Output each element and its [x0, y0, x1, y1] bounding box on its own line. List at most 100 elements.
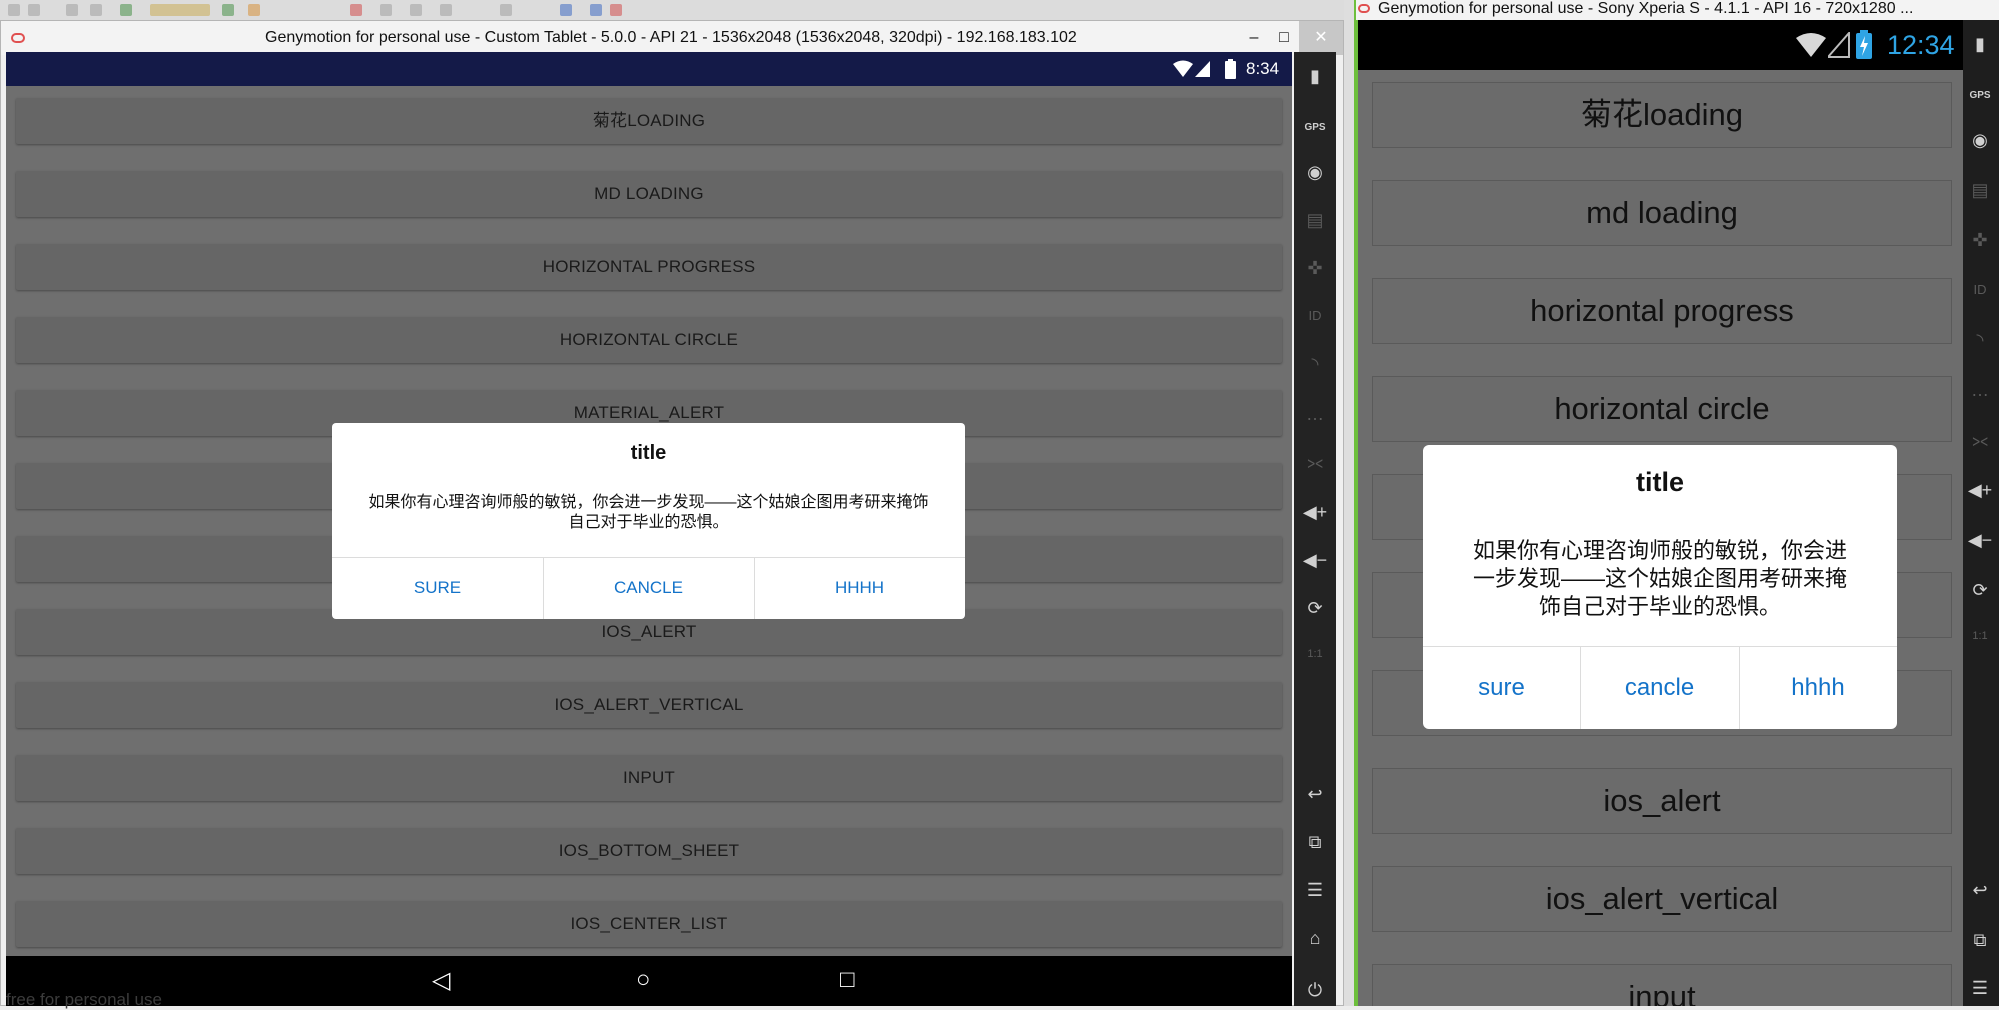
toolbar-icon[interactable] — [610, 4, 622, 16]
btn-ios-center-list[interactable]: IOS_CENTER_LIST — [16, 901, 1282, 947]
battery-charging-icon — [1856, 30, 1872, 59]
dialog-message: 如果你有心理咨询师般的敏锐，你会进一步发现——这个姑娘企图用考研来掩饰自己对于毕… — [1473, 538, 1848, 619]
window-title: Genymotion for personal use - Custom Tab… — [265, 29, 1077, 46]
toolbar-icon[interactable] — [120, 4, 132, 16]
toolbar-icon[interactable] — [500, 4, 512, 16]
btn-horizontal-circle[interactable]: horizontal circle — [1372, 376, 1952, 442]
alert-dialog: title 如果你有心理咨询师般的敏锐，你会进一步发现——这个姑娘企图用考研来掩… — [332, 423, 965, 619]
window-title: Genymotion for personal use - Sony Xperi… — [1378, 0, 1914, 17]
gps-icon[interactable]: GPS — [1963, 90, 1999, 101]
battery-icon[interactable]: ▮ — [1963, 34, 1999, 55]
toolbar-icon[interactable] — [8, 4, 20, 16]
minimize-button[interactable]: – — [1239, 21, 1269, 55]
btn-loading-zh[interactable]: 菊花loading — [1372, 82, 1952, 148]
dialog-sure-button[interactable]: sure — [1423, 646, 1580, 729]
toolbar-dropdown[interactable] — [150, 4, 210, 16]
rss-icon[interactable]: ◝ — [1294, 354, 1336, 375]
camera-icon[interactable]: ◉ — [1963, 130, 1999, 151]
nav-recents-icon[interactable]: □ — [840, 966, 855, 994]
battery-icon[interactable]: ▮ — [1294, 66, 1336, 87]
dialog-message: 如果你有心理咨询师般的敏锐，你会进一步发现——这个姑娘企图用考研来掩饰自己对于毕… — [368, 494, 929, 531]
move-icon[interactable]: ✜ — [1963, 230, 1999, 251]
camera-icon[interactable]: ◉ — [1294, 162, 1336, 183]
btn-input[interactable]: INPUT — [16, 755, 1282, 801]
video-icon[interactable]: ▤ — [1963, 180, 1999, 201]
btn-input[interactable]: input — [1372, 964, 1952, 1006]
power-icon[interactable]: ⏻ — [1294, 980, 1336, 1001]
toolbar-icon[interactable] — [90, 4, 102, 16]
window-titlebar[interactable]: Genymotion for personal use - Custom Tab… — [1, 21, 1343, 55]
toolbar-icon[interactable] — [380, 4, 392, 16]
wifi-icon — [1796, 33, 1826, 57]
btn-ios-alert-vertical[interactable]: ios_alert_vertical — [1372, 866, 1952, 932]
status-bar: 8:34 — [6, 52, 1292, 86]
dialog-cancle-button[interactable]: CANCLE — [543, 557, 754, 619]
dialog-sure-button[interactable]: SURE — [332, 557, 543, 619]
id-icon[interactable]: ID — [1294, 308, 1336, 323]
close-button[interactable]: ✕ — [1299, 21, 1343, 55]
rotate-icon[interactable]: ⟳ — [1963, 580, 1999, 601]
genymotion-logo-icon — [11, 33, 25, 43]
move-icon[interactable]: ✜ — [1294, 258, 1336, 279]
genymotion-sidebar: ▮ GPS ◉ ▤ ✜ ID ◝ … ⪥ ◀+ ◀− ⟳ 1:1 ↩ ⧉ ☰ ⌂… — [1294, 52, 1336, 1006]
volume-down-icon[interactable]: ◀− — [1963, 530, 1999, 551]
dialog-hhhh-button[interactable]: HHHH — [754, 557, 965, 619]
window-titlebar[interactable]: Genymotion for personal use - Sony Xperi… — [1356, 0, 1999, 20]
btn-horizontal-progress[interactable]: horizontal progress — [1372, 278, 1952, 344]
volume-down-icon[interactable]: ◀− — [1294, 550, 1336, 571]
btn-horizontal-circle[interactable]: HORIZONTAL CIRCLE — [16, 317, 1282, 363]
genymotion-sidebar: ▮ GPS ◉ ▤ ✜ ID ◝ … ⪥ ◀+ ◀− ⟳ 1:1 ↩ ⧉ ☰ — [1963, 20, 1999, 1006]
maximize-button[interactable]: □ — [1269, 21, 1299, 55]
vcs-icon[interactable] — [440, 4, 452, 16]
volume-up-icon[interactable]: ◀+ — [1963, 480, 1999, 501]
btn-md-loading[interactable]: MD LOADING — [16, 171, 1282, 217]
sms-icon[interactable]: … — [1294, 404, 1336, 425]
stop-icon[interactable] — [350, 4, 362, 16]
window-separator — [1344, 0, 1354, 1006]
wifi-icon — [1173, 60, 1193, 77]
nav-back-icon[interactable]: ◁ — [432, 966, 450, 995]
rss-icon[interactable]: ◝ — [1963, 330, 1999, 351]
back-icon[interactable]: ↩ — [1294, 784, 1336, 805]
vcs-icon[interactable] — [410, 4, 422, 16]
share-icon[interactable]: ⪥ — [1963, 430, 1999, 451]
menu-icon[interactable]: ☰ — [1294, 880, 1336, 901]
recents-icon[interactable]: ⧉ — [1963, 930, 1999, 951]
btn-ios-alert-vertical[interactable]: IOS_ALERT_VERTICAL — [16, 682, 1282, 728]
btn-loading-zh[interactable]: 菊花LOADING — [16, 98, 1282, 144]
genymotion-logo-icon — [1358, 4, 1370, 13]
help-icon[interactable] — [590, 4, 602, 16]
scale-icon[interactable]: 1:1 — [1963, 630, 1999, 642]
share-icon[interactable]: ⪥ — [1294, 452, 1336, 473]
back-icon[interactable]: ↩ — [1963, 880, 1999, 901]
recents-icon[interactable]: ⧉ — [1294, 832, 1336, 853]
scale-icon[interactable]: 1:1 — [1294, 648, 1336, 660]
dialog-cancle-button[interactable]: cancle — [1580, 646, 1739, 729]
gps-icon[interactable]: GPS — [1294, 122, 1336, 133]
signal-icon — [1828, 32, 1850, 58]
menu-icon[interactable]: ☰ — [1963, 978, 1999, 999]
volume-up-icon[interactable]: ◀+ — [1294, 502, 1336, 523]
watermark-text: free for personal use — [6, 990, 162, 1009]
btn-ios-bottom-sheet[interactable]: IOS_BOTTOM_SHEET — [16, 828, 1282, 874]
toolbar-icon[interactable] — [28, 4, 40, 16]
video-icon[interactable]: ▤ — [1294, 210, 1336, 231]
android-nav-bar: ◁ ○ □ — [6, 956, 1292, 1006]
status-time: 8:34 — [1246, 59, 1280, 78]
status-bar: 12:34 — [1358, 20, 1963, 70]
run-icon[interactable] — [222, 4, 234, 16]
home-icon[interactable]: ⌂ — [1294, 928, 1336, 949]
sms-icon[interactable]: … — [1963, 380, 1999, 401]
download-icon[interactable] — [560, 4, 572, 16]
btn-md-loading[interactable]: md loading — [1372, 180, 1952, 246]
battery-icon — [1225, 59, 1236, 79]
id-icon[interactable]: ID — [1963, 282, 1999, 297]
btn-horizontal-progress[interactable]: HORIZONTAL PROGRESS — [16, 244, 1282, 290]
toolbar-icon[interactable] — [66, 4, 78, 16]
btn-ios-alert[interactable]: ios_alert — [1372, 768, 1952, 834]
debug-icon[interactable] — [248, 4, 260, 16]
rotate-icon[interactable]: ⟳ — [1294, 598, 1336, 619]
dialog-hhhh-button[interactable]: hhhh — [1739, 646, 1897, 729]
nav-home-icon[interactable]: ○ — [636, 966, 651, 994]
dialog-title: title — [1635, 467, 1684, 497]
